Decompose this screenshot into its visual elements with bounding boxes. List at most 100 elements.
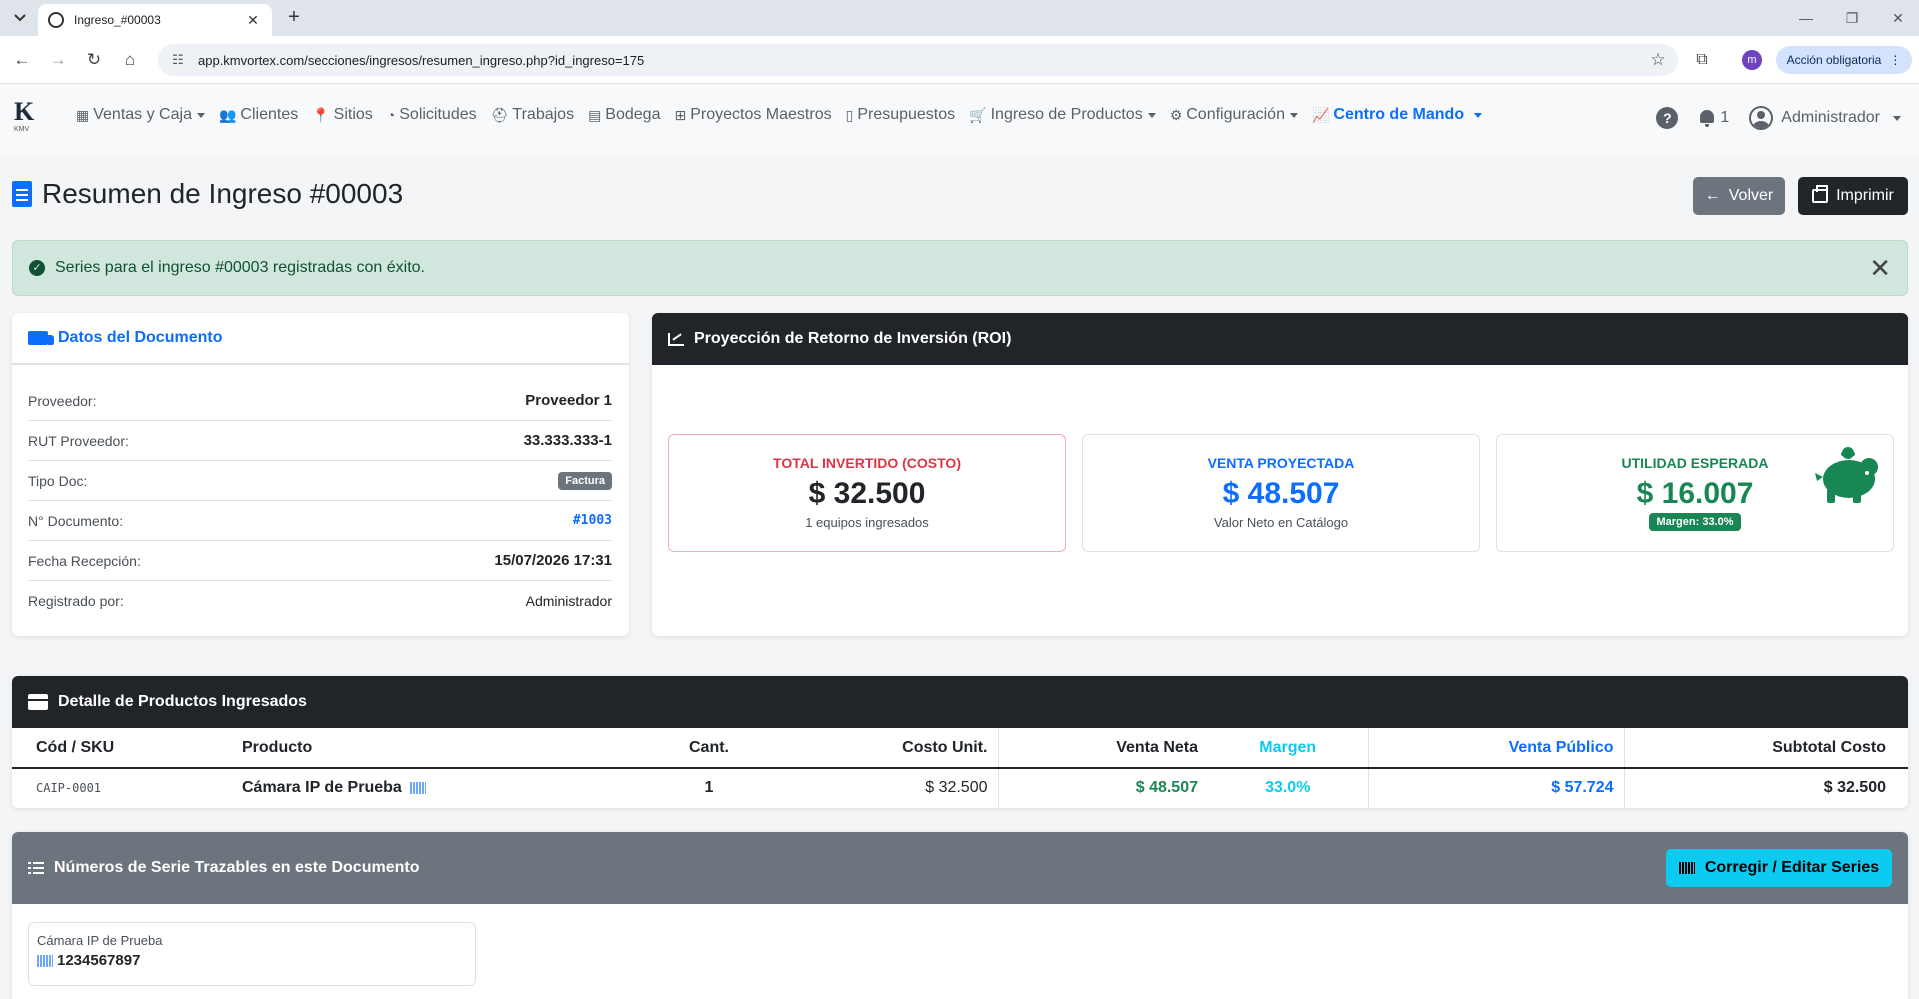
metric-sub: Valor Neto en Catálogo — [1213, 515, 1349, 530]
user-menu[interactable]: Administrador — [1749, 106, 1901, 130]
doc-row-label: Tipo Doc: — [28, 472, 88, 489]
restore-icon[interactable]: ❐ — [1832, 6, 1872, 30]
cell-subtotal: $ 32.500 — [1624, 768, 1908, 808]
kebab-menu-icon: ⋮ — [1889, 53, 1902, 67]
metric-value: $ 32.500 — [808, 477, 926, 510]
caret-down-icon — [1289, 112, 1298, 118]
nav-clientes[interactable]: 👥 Clientes — [219, 106, 298, 124]
forward-arrow-icon[interactable]: → — [44, 46, 72, 74]
minimize-icon[interactable]: — — [1786, 6, 1826, 30]
print-button[interactable]: Imprimir — [1798, 177, 1908, 215]
nav-label: Centro de Mando — [1333, 106, 1465, 123]
doc-row-label: Registrado por: — [28, 593, 124, 609]
reload-icon[interactable]: ↻ — [80, 46, 108, 74]
tab-close-icon[interactable]: ✕ — [244, 12, 262, 29]
cash-register-icon: ▦ — [76, 106, 90, 123]
new-tab-icon[interactable]: + — [282, 6, 306, 30]
box-open-icon — [28, 694, 48, 710]
required-action-button[interactable]: Acción obligatoria ⋮ — [1776, 46, 1912, 74]
series-header: Números de Serie Trazables en este Docum… — [12, 832, 1908, 904]
brand-logo[interactable]: K KMV — [14, 98, 50, 140]
metric-sub: 1 equipos ingresados — [805, 515, 929, 530]
site-info-icon[interactable]: ☷ — [172, 53, 186, 67]
doc-number-link[interactable]: #1003 — [573, 513, 612, 528]
doc-row-value: Proveedor 1 — [525, 392, 612, 409]
nav-proyectos-maestros[interactable]: ⊞ Proyectos Maestros — [674, 106, 831, 124]
check-circle-icon: ✓ — [29, 260, 45, 276]
nav-label: Ventas y Caja — [93, 106, 192, 123]
profile-avatar[interactable]: m — [1742, 50, 1762, 70]
close-window-icon[interactable]: ✕ — [1878, 6, 1918, 30]
nav-centro-de-mando[interactable]: 📈 Centro de Mando — [1312, 106, 1483, 124]
nav-trabajos[interactable]: ⛑ Trabajos — [491, 106, 574, 124]
required-action-label: Acción obligatoria — [1786, 53, 1882, 67]
doc-row-value: 15/07/2026 17:31 — [494, 552, 612, 569]
printer-icon — [1812, 185, 1829, 203]
nav-bodega[interactable]: ▤ Bodega — [588, 106, 660, 124]
cell-margin: 33.0% — [1208, 768, 1369, 808]
nav-configuracion[interactable]: ⚙ Configuración — [1170, 106, 1298, 124]
margin-badge: Margen: 33.0% — [1649, 513, 1741, 531]
extensions-icon[interactable]: ⧉ — [1688, 46, 1716, 74]
user-label: Administrador — [1781, 109, 1880, 126]
nav-label: Sitios — [333, 106, 373, 123]
table-header-row: Cód / SKU Producto Cant. Costo Unit. Ven… — [12, 728, 1908, 769]
barcode-icon — [37, 954, 53, 967]
tab-search-chevron-icon[interactable] — [8, 6, 32, 30]
doc-row-value: Administrador — [525, 593, 612, 609]
nav-ventas-y-caja[interactable]: ▦ Ventas y Caja — [76, 106, 205, 124]
back-label: Volver — [1728, 187, 1774, 204]
bell-icon — [1698, 108, 1716, 128]
sitemap-icon: ⊞ — [674, 106, 687, 123]
browser-tab[interactable]: Ingreso_#00003 ✕ — [38, 4, 272, 36]
caret-down-icon — [1893, 115, 1901, 121]
page-title: Resumen de Ingreso #00003 — [42, 178, 404, 209]
series-title: Números de Serie Trazables en este Docum… — [54, 859, 420, 876]
nav-solicitudes[interactable]: ◔ Solicitudes — [387, 106, 477, 124]
cell-sku: CAIP-0001 — [12, 768, 232, 808]
nav-ingreso-de-productos[interactable]: 🛒 Ingreso de Productos — [969, 106, 1156, 124]
document-data-header: Datos del Documento — [12, 313, 629, 365]
doc-row-tipo-doc: Tipo Doc: Factura — [28, 461, 612, 501]
help-icon[interactable]: ? — [1656, 107, 1679, 129]
barcode-icon — [409, 782, 426, 795]
nav-presupuestos[interactable]: ▯ Presupuestos — [846, 106, 956, 124]
back-button[interactable]: ← Volver — [1693, 177, 1785, 215]
products-table: Cód / SKU Producto Cant. Costo Unit. Ven… — [12, 728, 1908, 808]
home-icon[interactable]: ⌂ — [116, 46, 144, 74]
nav-sitios[interactable]: 📍 Sitios — [312, 106, 373, 124]
col-sku: Cód / SKU — [12, 728, 232, 769]
col-subtotal: Subtotal Costo — [1624, 728, 1908, 769]
metric-value: $ 48.507 — [1222, 477, 1340, 510]
page-header: Resumen de Ingreso #00003 — [12, 178, 403, 210]
invoice-icon: ▯ — [845, 106, 854, 123]
document-data-title: Datos del Documento — [58, 329, 223, 346]
doc-row-value: 33.333.333-1 — [523, 432, 612, 449]
map-marker-icon: 📍 — [312, 106, 330, 123]
products-title: Detalle de Productos Ingresados — [58, 693, 307, 710]
sku-text: CAIP-0001 — [36, 781, 102, 796]
truck-icon — [28, 331, 54, 345]
caret-down-icon — [1474, 112, 1483, 118]
list-icon — [28, 862, 44, 874]
file-invoice-icon — [12, 181, 32, 207]
products-card: Detalle de Productos Ingresados Cód / SK… — [12, 676, 1908, 808]
doc-type-badge: Factura — [558, 471, 612, 490]
col-product: Producto — [232, 728, 672, 769]
address-bar[interactable]: ☷ app.kmvortex.com/secciones/ingresos/re… — [158, 44, 1678, 76]
nav-label: Clientes — [240, 106, 299, 123]
series-card: Números de Serie Trazables en este Docum… — [12, 832, 1908, 999]
col-margin: Margen — [1208, 728, 1369, 769]
notifications-button[interactable]: 1 — [1698, 108, 1729, 128]
cell-qty: 1 — [672, 768, 746, 808]
table-row: CAIP-0001 Cámara IP de Prueba 1 $ 32.500… — [12, 768, 1908, 808]
nav-right: ? 1 Administrador — [1656, 106, 1901, 130]
nav-label: Trabajos — [512, 106, 575, 123]
edit-series-button[interactable]: Corregir / Editar Series — [1666, 849, 1892, 887]
back-arrow-icon[interactable]: ← — [8, 46, 36, 74]
doc-row-label: N° Documento: — [28, 512, 124, 529]
close-icon[interactable]: ✕ — [1869, 255, 1891, 281]
serial-number: 1234567897 — [57, 952, 141, 969]
bookmark-star-icon[interactable]: ☆ — [1644, 50, 1672, 70]
total-invested-metric: TOTAL INVERTIDO (COSTO) $ 32.500 1 equip… — [668, 434, 1066, 552]
